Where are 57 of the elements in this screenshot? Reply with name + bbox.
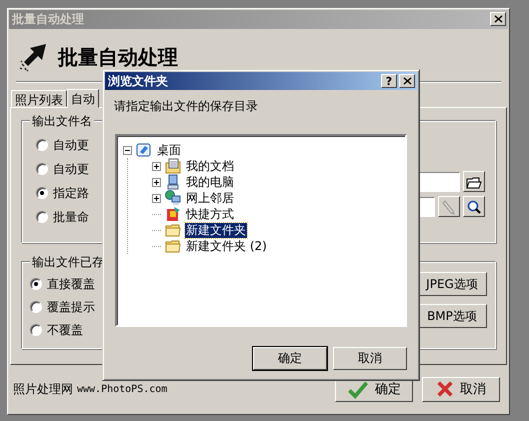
desktop-icon [136,142,152,158]
close-icon [494,15,502,24]
window-title: 批量自动处理 [12,10,85,28]
header-title: 批量自动处理 [58,44,178,71]
site-name: 照片处理网 [13,380,73,398]
help-button[interactable]: ? [381,74,397,88]
expand-icon[interactable] [152,178,161,186]
option-label: 自动更 [53,160,89,178]
tree-item[interactable]: 我的电脑 [185,174,235,190]
edit-button[interactable] [438,196,460,218]
computer-icon [165,174,181,190]
format-options-button[interactable]: BMP选项 [417,304,487,328]
radio-button[interactable] [36,139,48,152]
tree-item[interactable]: 新建文件夹 (2) [185,238,268,254]
expand-icon[interactable] [152,194,161,202]
tree-item[interactable]: 网上邻居 [185,190,235,206]
option-label: 批量命 [53,208,89,226]
network-icon [165,190,181,206]
tree-item[interactable]: 我的文档 [185,158,235,174]
option-label: 不覆盖 [47,322,83,339]
close-button[interactable] [490,12,506,26]
tree-item[interactable]: 快捷方式 [185,206,235,222]
check-icon [347,380,369,399]
search-button[interactable] [463,196,485,218]
folder-document-icon [165,158,181,174]
option-label: 指定路 [53,184,89,202]
radio-button[interactable] [30,324,42,336]
radio-button[interactable] [36,163,48,176]
tree-item[interactable]: 新建文件夹 [185,222,247,238]
option-label: 覆盖提示 [47,298,95,316]
tree-item[interactable]: 桌面 [156,142,182,158]
option-label: 直接覆盖 [47,276,95,293]
option-label: 自动更 [53,136,89,154]
dialog-title: 浏览文件夹 [108,72,169,90]
cross-icon [436,380,454,398]
radio-button[interactable] [30,278,42,290]
folder-tree[interactable]: 桌面 我的文档 我的电脑 网上邻居 快捷方式 新建文件夹 新建文件夹 (2) [115,134,407,327]
expand-icon[interactable] [152,162,161,170]
ok-button[interactable]: 确定 [253,347,327,370]
arrow-logo-icon [18,42,48,72]
folder-icon [165,238,181,254]
dialog-prompt: 请指定输出文件的保存目录 [113,98,259,115]
browse-button[interactable] [463,171,485,192]
cancel-button[interactable]: 取消 [422,376,500,402]
format-options-button[interactable]: JPEG选项 [417,272,487,296]
folder-icon [165,222,181,238]
tab[interactable]: 自动 [67,89,99,108]
site-url: www.PhotoPS.com [77,384,168,395]
close-icon [402,77,412,85]
radio-button[interactable] [30,301,42,314]
radio-button[interactable] [36,187,48,200]
close-button[interactable] [399,74,415,88]
tab[interactable]: 照片列表 [11,90,67,108]
cancel-button[interactable]: 取消 [333,347,407,370]
radio-button[interactable] [36,211,48,224]
shortcut-icon [165,206,181,222]
collapse-icon[interactable] [123,146,132,154]
